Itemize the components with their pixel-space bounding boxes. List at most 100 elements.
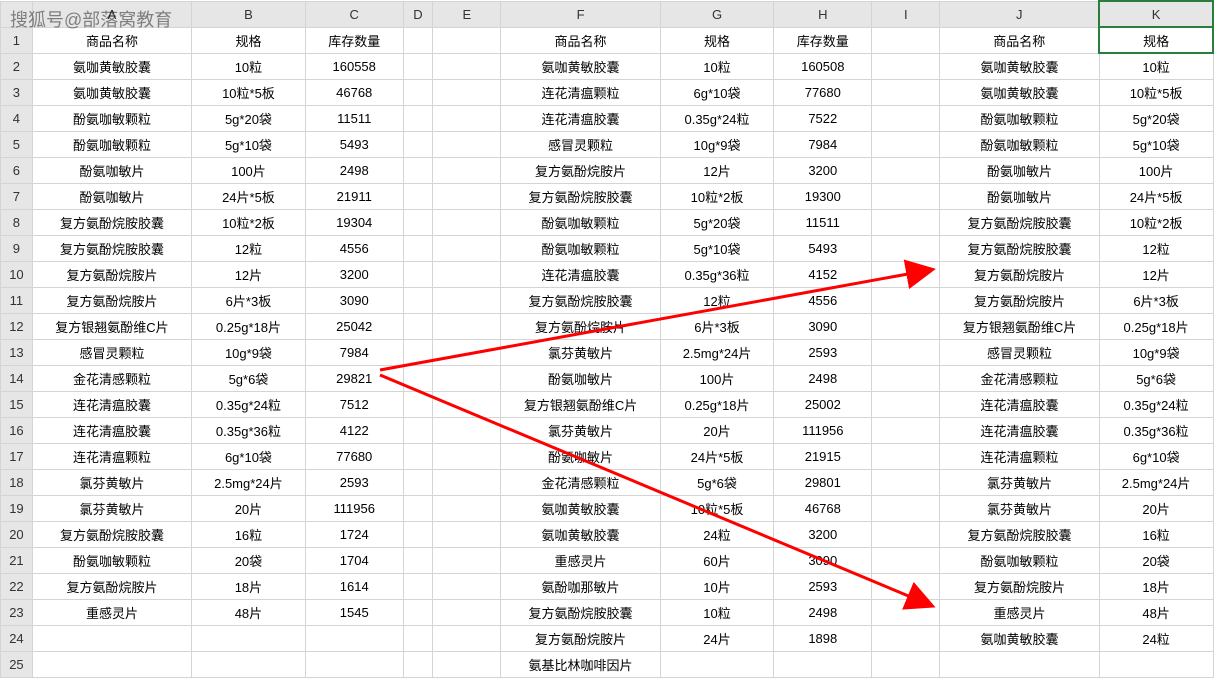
cell[interactable]: 复方银翘氨酚维C片 [32, 314, 191, 340]
cell[interactable]: 10粒*5板 [192, 80, 306, 106]
cell[interactable]: 金花清感颗粒 [32, 366, 191, 392]
cell[interactable] [872, 210, 940, 236]
cell[interactable]: 氨咖黄敏胶囊 [32, 53, 191, 80]
cell[interactable]: 复方氨酚烷胺片 [940, 288, 1099, 314]
cell[interactable] [872, 158, 940, 184]
cell[interactable]: 2.5mg*24片 [660, 340, 774, 366]
cell[interactable]: 连花清瘟胶囊 [32, 418, 191, 444]
cell[interactable]: 连花清瘟颗粒 [501, 80, 660, 106]
cell[interactable]: 氯芬黄敏片 [940, 496, 1099, 522]
cell[interactable] [872, 522, 940, 548]
cell[interactable] [433, 652, 501, 678]
cell[interactable] [872, 652, 940, 678]
cell[interactable]: 0.35g*24粒 [660, 106, 774, 132]
cell[interactable]: 复方氨酚烷胺胶囊 [940, 522, 1099, 548]
cell[interactable]: 复方氨酚烷胺片 [501, 626, 660, 652]
cell[interactable]: 10粒 [660, 600, 774, 626]
cell[interactable]: 10粒 [660, 53, 774, 80]
cell[interactable] [433, 132, 501, 158]
cell[interactable]: 1704 [305, 548, 403, 574]
cell[interactable]: 5g*6袋 [192, 366, 306, 392]
cell[interactable]: 连花清瘟胶囊 [501, 262, 660, 288]
row-header[interactable]: 20 [1, 522, 33, 548]
cell[interactable]: 5g*20袋 [1099, 106, 1213, 132]
cell[interactable]: 25042 [305, 314, 403, 340]
cell[interactable]: 1545 [305, 600, 403, 626]
cell[interactable] [403, 574, 433, 600]
row-header[interactable]: 3 [1, 80, 33, 106]
cell[interactable]: 77680 [305, 444, 403, 470]
cell[interactable]: 2593 [774, 574, 872, 600]
cell[interactable]: 24片 [660, 626, 774, 652]
cell[interactable] [403, 80, 433, 106]
cell[interactable]: 复方氨酚烷胺片 [501, 158, 660, 184]
cell[interactable]: 2498 [305, 158, 403, 184]
cell[interactable]: 0.35g*24粒 [1099, 392, 1213, 418]
cell[interactable]: 0.35g*36粒 [192, 418, 306, 444]
col-header-K[interactable]: K [1099, 1, 1213, 27]
cell[interactable] [403, 262, 433, 288]
cell[interactable] [192, 626, 306, 652]
cell[interactable]: 酚氨咖敏片 [501, 366, 660, 392]
cell[interactable]: 2498 [774, 366, 872, 392]
cell[interactable]: 氯芬黄敏片 [32, 496, 191, 522]
cell[interactable]: 4122 [305, 418, 403, 444]
cell[interactable]: 160508 [774, 53, 872, 80]
cell[interactable]: 4556 [305, 236, 403, 262]
cell[interactable]: 3200 [774, 522, 872, 548]
cell[interactable] [433, 574, 501, 600]
cell[interactable]: 酚氨咖敏片 [940, 158, 1099, 184]
cell[interactable] [433, 80, 501, 106]
cell[interactable] [433, 496, 501, 522]
cell[interactable] [192, 652, 306, 678]
cell[interactable]: 复方氨酚烷胺片 [32, 288, 191, 314]
cell[interactable] [872, 392, 940, 418]
cell[interactable]: 111956 [774, 418, 872, 444]
cell[interactable]: 48片 [192, 600, 306, 626]
col-header-I[interactable]: I [872, 1, 940, 27]
cell[interactable] [403, 27, 433, 53]
cell[interactable]: 111956 [305, 496, 403, 522]
cell[interactable]: 氨咖黄敏胶囊 [940, 626, 1099, 652]
cell[interactable]: 46768 [774, 496, 872, 522]
cell[interactable]: 16粒 [1099, 522, 1213, 548]
cell[interactable] [433, 548, 501, 574]
row-header[interactable]: 8 [1, 210, 33, 236]
col-header-A[interactable]: A [32, 1, 191, 27]
row-header[interactable]: 7 [1, 184, 33, 210]
cell[interactable] [872, 548, 940, 574]
cell[interactable]: 6g*10袋 [192, 444, 306, 470]
cell[interactable] [403, 600, 433, 626]
cell[interactable] [403, 132, 433, 158]
row-header[interactable]: 4 [1, 106, 33, 132]
cell[interactable]: 18片 [192, 574, 306, 600]
cell[interactable]: 10粒*5板 [1099, 80, 1213, 106]
cell[interactable] [433, 600, 501, 626]
cell[interactable] [403, 366, 433, 392]
cell[interactable]: 复方氨酚烷胺胶囊 [501, 184, 660, 210]
cell[interactable]: 氨咖黄敏胶囊 [940, 80, 1099, 106]
cell[interactable] [403, 288, 433, 314]
row-header[interactable]: 25 [1, 652, 33, 678]
cell[interactable]: 6片*3板 [660, 314, 774, 340]
cell[interactable]: 10粒 [1099, 53, 1213, 80]
cell[interactable] [433, 314, 501, 340]
cell[interactable]: 77680 [774, 80, 872, 106]
cell[interactable]: 复方氨酚烷胺胶囊 [32, 522, 191, 548]
cell[interactable]: 连花清瘟胶囊 [940, 392, 1099, 418]
cell[interactable] [403, 340, 433, 366]
cell[interactable]: 10g*9袋 [192, 340, 306, 366]
cell[interactable] [433, 366, 501, 392]
cell[interactable]: 5g*10袋 [660, 236, 774, 262]
cell[interactable]: 24片*5板 [192, 184, 306, 210]
cell[interactable]: 10粒*2板 [1099, 210, 1213, 236]
row-header[interactable]: 18 [1, 470, 33, 496]
cell[interactable]: 10g*9袋 [660, 132, 774, 158]
cell[interactable]: 29801 [774, 470, 872, 496]
cell[interactable]: 5493 [305, 132, 403, 158]
cell[interactable]: 29821 [305, 366, 403, 392]
cell[interactable]: 重感灵片 [32, 600, 191, 626]
cell[interactable]: 重感灵片 [501, 548, 660, 574]
cell[interactable]: 酚氨咖敏颗粒 [501, 236, 660, 262]
cell[interactable]: 10粒*2板 [192, 210, 306, 236]
